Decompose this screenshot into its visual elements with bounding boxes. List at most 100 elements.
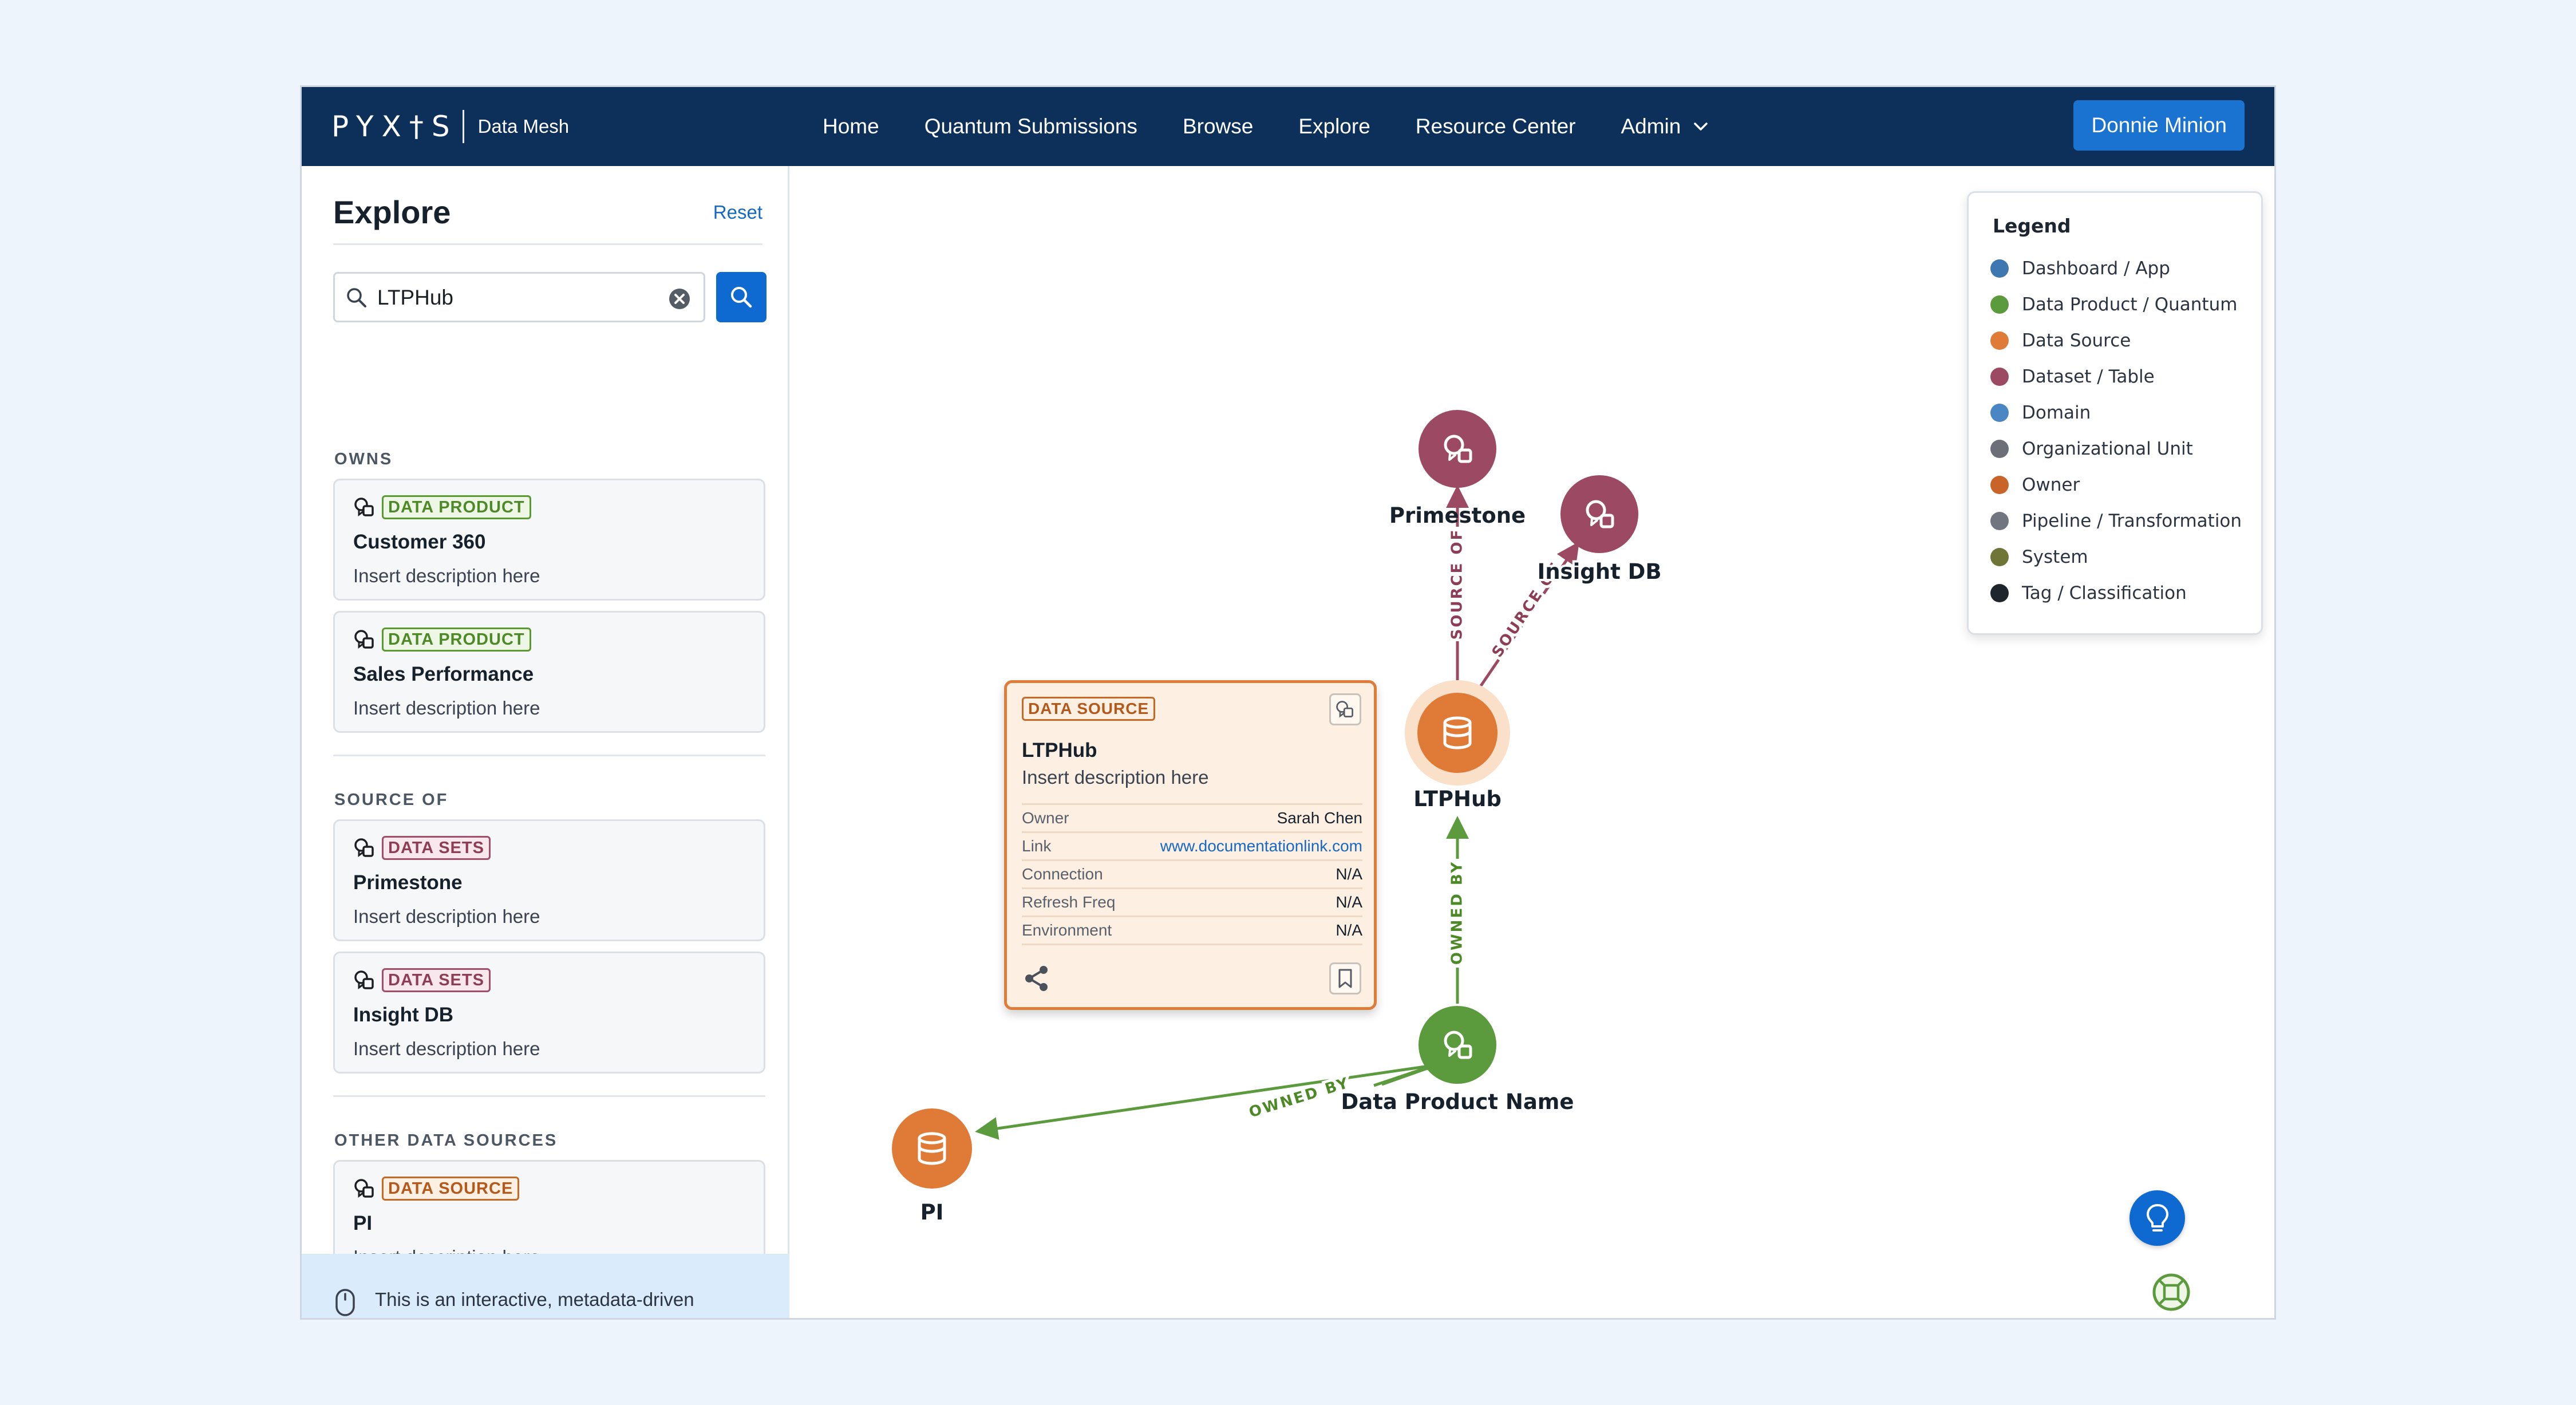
property-row: Environment N/A: [1022, 917, 1362, 945]
top-nav: PYX†S Data Mesh Home Quantum Submissions…: [302, 87, 2274, 166]
legend-label: Dataset / Table: [2022, 366, 2155, 387]
node-data-product[interactable]: Data Product Name: [1339, 1006, 1576, 1116]
legend-label: Data Source: [2022, 330, 2131, 351]
legend-swatch: [1990, 439, 2009, 458]
bookmark-button[interactable]: [1329, 962, 1361, 994]
chat-icon: [353, 836, 376, 859]
property-value: N/A: [1336, 921, 1362, 939]
nav-links: Home Quantum Submissions Browse Explore …: [823, 87, 1753, 166]
type-badge: DATA PRODUCT: [382, 495, 531, 519]
nav-admin[interactable]: Admin: [1621, 115, 1708, 139]
legend-item: Dataset / Table: [1990, 358, 2242, 394]
nav-browse[interactable]: Browse: [1183, 115, 1253, 139]
legend-swatch: [1990, 583, 2009, 602]
item-title: Sales Performance: [353, 663, 534, 685]
nav-explore[interactable]: Explore: [1298, 115, 1370, 139]
property-value: Sarah Chen: [1277, 809, 1362, 827]
legend-swatch: [1990, 295, 2009, 314]
brand-name: PYX†S: [331, 110, 458, 143]
reset-link[interactable]: Reset: [713, 202, 762, 223]
type-badge: DATA SOURCE: [382, 1177, 520, 1201]
legend-item: Data Product / Quantum: [1990, 286, 2242, 322]
edge-label: SOURCE OF: [1449, 528, 1466, 640]
documentation-link[interactable]: www.documentationlink.com: [1129, 832, 1362, 861]
fit-view-button[interactable]: [2152, 1273, 2191, 1312]
legend-item: Dashboard / App: [1990, 250, 2242, 286]
property-value: N/A: [1336, 865, 1362, 883]
chat-icon: [353, 969, 376, 992]
node-insightdb[interactable]: Insight DB: [1535, 475, 1664, 586]
node-label: PI: [920, 1200, 944, 1225]
legend-list: Dashboard / App Data Product / Quantum D…: [1990, 250, 2242, 611]
info-text: This is an interactive, metadata-driven …: [375, 1289, 737, 1318]
mouse-icon: [335, 1288, 355, 1318]
node-primestone[interactable]: Primestone: [1389, 410, 1526, 528]
list-item[interactable]: DATA PRODUCT Customer 360 Insert descrip…: [333, 479, 765, 601]
hint-button[interactable]: [2129, 1190, 2185, 1246]
list-item[interactable]: DATA SETS Insight DB Insert description …: [333, 952, 765, 1074]
legend-label: Data Product / Quantum: [2022, 294, 2238, 315]
detail-description: Insert description here: [1022, 767, 1209, 788]
info-panel: This is an interactive, metadata-driven …: [302, 1254, 789, 1318]
brand-product: Data Mesh: [477, 116, 570, 137]
property-key: Owner: [1022, 809, 1069, 827]
search-box: [333, 272, 705, 322]
property-value: N/A: [1336, 893, 1362, 911]
chat-icon: [353, 1177, 376, 1200]
nav-home[interactable]: Home: [823, 115, 879, 139]
sidebar-title: Explore: [333, 194, 451, 230]
property-key: Refresh Freq: [1022, 893, 1116, 911]
node-detail-card: DATA SOURCE LTPHub Insert description he…: [1004, 680, 1377, 1010]
property-key: Link: [1022, 837, 1052, 855]
item-description: Insert description here: [353, 565, 540, 586]
legend-swatch: [1990, 331, 2009, 350]
search-input[interactable]: [377, 281, 652, 315]
legend-label: Tag / Classification: [2022, 582, 2187, 603]
legend-label: Pipeline / Transformation: [2022, 510, 2242, 531]
section-divider: [333, 1095, 765, 1097]
node-ltphub[interactable]: LTPHub: [1405, 680, 1510, 811]
legend-item: System: [1990, 539, 2242, 575]
search-button[interactable]: [716, 272, 767, 322]
user-menu-button[interactable]: Donnie Minion: [2073, 100, 2245, 151]
type-badge: DATA SETS: [382, 836, 491, 860]
nav-quantum-submissions[interactable]: Quantum Submissions: [924, 115, 1137, 139]
legend-swatch: [1990, 259, 2009, 278]
type-badge: DATA SETS: [382, 968, 491, 992]
brand-logo[interactable]: PYX†S Data Mesh: [331, 109, 569, 144]
brand-divider: [462, 110, 464, 143]
node-label: LTPHub: [1413, 787, 1502, 811]
nav-resource-center[interactable]: Resource Center: [1416, 115, 1576, 139]
graph-canvas[interactable]: SOURCE OF SOURCE OF OWNED BY OWNED BY Pr…: [791, 166, 2274, 1318]
legend-panel: Legend Dashboard / App Data Product / Qu…: [1967, 191, 2263, 635]
chat-icon: [353, 496, 376, 519]
chat-icon: [353, 628, 376, 651]
edge-owned-by-ltphub: OWNED BY: [1446, 816, 1469, 1004]
type-badge: DATA PRODUCT: [382, 627, 531, 652]
list-item[interactable]: DATA PRODUCT Sales Performance Insert de…: [333, 611, 765, 733]
property-key: Environment: [1022, 921, 1112, 939]
comment-button[interactable]: [1329, 693, 1361, 725]
property-row: Connection N/A: [1022, 861, 1362, 889]
clear-search-icon[interactable]: [668, 287, 691, 313]
list-item[interactable]: DATA SETS Primestone Insert description …: [333, 819, 765, 941]
legend-label: System: [2022, 546, 2088, 567]
node-pi[interactable]: PI: [892, 1108, 972, 1225]
property-row: Refresh Freq N/A: [1022, 889, 1362, 917]
item-title: Customer 360: [353, 531, 486, 553]
item-description: Insert description here: [353, 1038, 540, 1059]
chat-icon: [1336, 701, 1353, 718]
lightbulb-icon: [2146, 1203, 2168, 1232]
node-label: Data Product Name: [1341, 1090, 1574, 1114]
legend-item: Pipeline / Transformation: [1990, 503, 2242, 539]
property-key: Connection: [1022, 865, 1103, 883]
legend-item: Tag / Classification: [1990, 575, 2242, 611]
share-icon[interactable]: [1022, 964, 1052, 996]
item-description: Insert description here: [353, 906, 540, 927]
item-title: Primestone: [353, 871, 463, 894]
app-window: PYX†S Data Mesh Home Quantum Submissions…: [300, 85, 2276, 1320]
legend-label: Dashboard / App: [2022, 258, 2170, 279]
legend-label: Organizational Unit: [2022, 438, 2193, 459]
legend-title: Legend: [1993, 215, 2071, 237]
legend-item: Organizational Unit: [1990, 431, 2242, 467]
